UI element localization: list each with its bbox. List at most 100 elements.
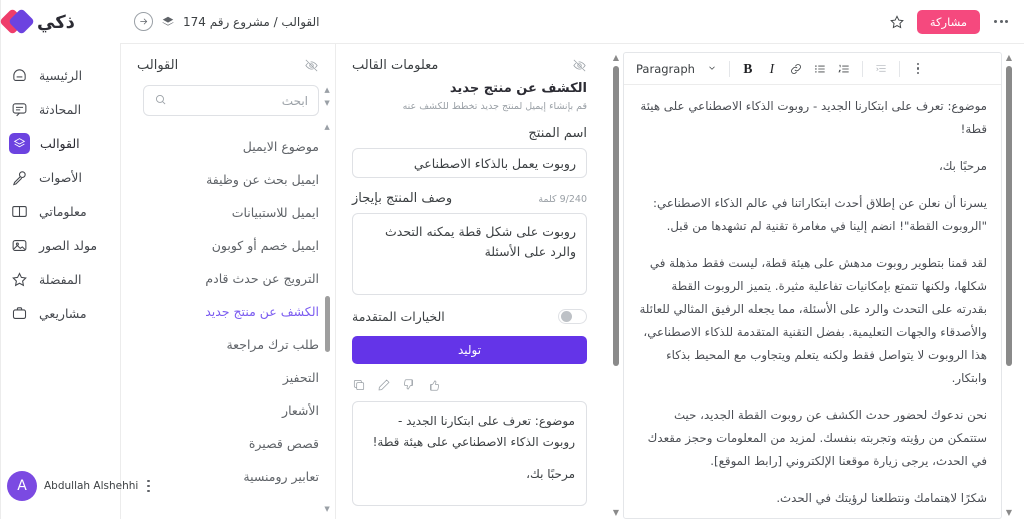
sidebar-item-image-generator[interactable]: مولد الصور [1,228,120,262]
thumbs-up-icon[interactable] [427,378,441,392]
list-item[interactable]: ايميل للاستبيانات [143,196,319,229]
scrollbar-thumb[interactable] [613,66,619,366]
sidebar-item-templates[interactable]: القوالب [1,126,120,160]
user-profile[interactable]: A Abdullah Alshehhi [1,471,150,501]
scroll-down-icon[interactable]: ▼ [613,509,619,517]
sidebar-nav: الرئيسية المحادثة القوالب الأصوات معلوما… [1,58,120,330]
microphone-icon [9,167,29,187]
advanced-options-label: الخيارات المتقدمة [352,309,445,325]
editor-scrollbar[interactable]: ▲ ▼ [1002,52,1016,519]
templates-panel-header: القوالب [121,44,335,79]
templates-panel: القوالب ▲ ▼ [120,44,335,519]
bold-button[interactable]: B [736,57,760,81]
editor-toolbar: Paragraph B I [624,53,1001,85]
share-button[interactable]: مشاركة [916,9,980,34]
editor-outer-scrollbar[interactable]: ▲ ▼ [609,52,623,519]
search-box[interactable] [143,85,319,116]
list-item[interactable]: طلب ترك مراجعة [143,328,319,361]
ordered-list-icon[interactable] [832,57,856,81]
search-input[interactable] [173,93,308,108]
scroll-down-icon[interactable]: ▼ [1006,509,1012,517]
editor-paragraph: شكرًا لاهتمامك ونتطلعنا لرؤيتك في الحدث. [776,491,987,505]
generate-button[interactable]: توليد [352,336,587,365]
list-item[interactable]: ايميل خصم أو كوبون [143,229,319,262]
edit-icon[interactable] [377,378,391,392]
product-name-input[interactable] [352,148,587,179]
list-item[interactable]: قصص قصيرة [143,427,319,460]
chevron-up-icon[interactable]: ▲ [324,87,329,94]
sidebar-item-home[interactable]: الرئيسية [1,58,120,92]
scroll-up-icon[interactable]: ▲ [1006,54,1012,62]
templates-panel-title: القوالب [137,58,179,73]
search-spinner-arrows[interactable]: ▲ ▼ [321,87,333,115]
editor-paragraph: نحن ندعوك لحضور حدث الكشف عن روبوت القطة… [647,408,987,468]
bullet-list-icon[interactable] [808,57,832,81]
sidebar-item-voices[interactable]: الأصوات [1,160,120,194]
editor-content[interactable]: موضوع: تعرف على ابتكارنا الجديد - روبوت … [624,85,1001,518]
list-item[interactable]: موضوع الايميل [143,130,319,163]
sidebar-item-favorites[interactable]: المفضلة [1,262,120,296]
thumbs-down-icon[interactable] [402,378,416,392]
toolbar-divider [728,60,730,77]
brand-logo[interactable]: ذكي [0,0,120,44]
image-icon [9,235,29,255]
sidebar-item-label: الأصوات [39,169,82,185]
result-action-icons [352,378,587,392]
templates-icon [9,132,30,154]
arrow-right-icon[interactable] [134,12,153,31]
link-icon[interactable] [784,57,808,81]
top-bar: القوالب / مشروع رقم 174 مشاركة [120,0,1024,44]
copy-icon[interactable] [352,378,366,392]
list-item[interactable]: ايميل بحث عن وظيفة [143,163,319,196]
product-description-textarea[interactable] [352,213,587,296]
form-panel-header: معلومات القالب [352,58,587,73]
scrollbar-track[interactable] [321,131,333,506]
list-item[interactable]: التحفيز [143,361,319,394]
sidebar-item-label: القوالب [40,135,80,151]
templates-list[interactable]: موضوع الايميل ايميل بحث عن وظيفة ايميل ل… [121,124,335,519]
editor-card: Paragraph B I موضوع: تعرف على ابتكارنا ا… [623,52,1002,519]
eye-off-icon[interactable] [304,58,319,73]
star-icon [9,269,29,289]
breadcrumb-text[interactable]: القوالب / مشروع رقم 174 [183,15,319,29]
panels-container: القوالب ▲ ▼ [120,44,1024,519]
indent-icon[interactable] [869,57,893,81]
list-item-selected[interactable]: الكشف عن منتج جديد [143,295,319,328]
logo-diamond-icon [0,8,35,36]
scrollbar-thumb[interactable] [1006,66,1012,366]
eye-off-icon[interactable] [572,58,587,73]
sidebar-item-label: المحادثة [39,101,82,117]
paragraph-style-select[interactable]: Paragraph [630,62,723,76]
scrollbar-thumb[interactable] [324,296,330,352]
sidebar-item-projects[interactable]: مشاريعي [1,296,120,330]
templates-list-scrollbar[interactable]: ▲ ▼ [321,124,333,513]
more-horizontal-icon[interactable] [992,16,1010,27]
toolbar-divider [861,60,863,77]
sidebar-item-chat[interactable]: المحادثة [1,92,120,126]
italic-button[interactable]: I [760,57,784,81]
scrollbar-track[interactable] [1002,62,1016,509]
star-icon[interactable] [889,14,905,30]
list-item[interactable]: الأشعار [143,394,319,427]
word-count: 9/240 كلمة [538,194,587,206]
main-area: القوالب / مشروع رقم 174 مشاركة القوالب ا… [120,0,1024,519]
search-icon [154,91,167,110]
scroll-up-icon[interactable]: ▲ [324,124,329,131]
generated-result[interactable]: موضوع: تعرف على ابتكارنا الجديد - روبوت … [352,401,587,507]
editor-paragraph: لقد قمنا بتطوير روبوت مدهش على هيئة قطة،… [639,256,987,385]
chevron-down-icon[interactable]: ▼ [324,100,329,107]
sidebar-item-knowledge[interactable]: معلوماتي [1,194,120,228]
list-item[interactable]: تعابير رومنسية [143,460,319,493]
template-info-panel: معلومات القالب الكشف عن منتج جديد قم بإن… [335,44,603,519]
scroll-up-icon[interactable]: ▲ [613,54,619,62]
editor-paragraph: مرحبًا بك، [938,159,987,173]
paragraph-style-label: Paragraph [636,61,695,76]
more-vertical-icon[interactable] [906,57,930,81]
home-icon [9,65,29,85]
advanced-options-toggle[interactable] [558,309,587,325]
scroll-down-icon[interactable]: ▼ [324,506,329,513]
sidebar-item-label: معلوماتي [39,203,87,219]
document-editor-panel: ▲ ▼ Paragraph B I موضوع: تعرف على ابتكار… [603,44,1024,519]
scrollbar-track[interactable] [609,62,623,509]
list-item[interactable]: الترويج عن حدث قادم [143,262,319,295]
